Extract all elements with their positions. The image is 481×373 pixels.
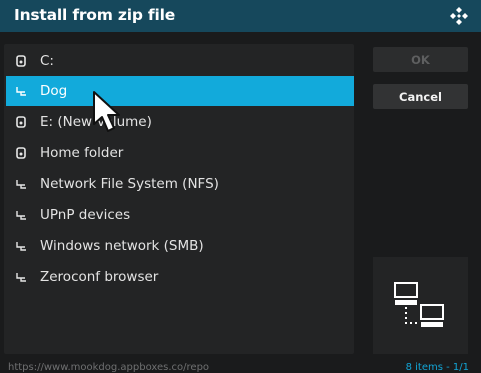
cancel-button[interactable]: Cancel [373,84,468,109]
network-computers-icon [393,281,444,327]
source-item-label: Dog [40,83,68,99]
drive-icon [14,54,28,68]
source-item-home-folder[interactable]: Home folder [6,138,354,168]
source-item-smb[interactable]: Windows network (SMB) [6,231,354,261]
network-share-icon [14,239,28,253]
network-share-icon [14,177,28,191]
drive-icon [14,146,28,160]
source-item-label: Zeroconf browser [40,269,159,285]
footer-item-count: 8 items - 1/1 [405,362,469,373]
mouse-cursor-icon [93,91,120,132]
source-item-c-drive[interactable]: C: [6,46,354,76]
network-share-icon [14,270,28,284]
source-item-label: Windows network (SMB) [40,238,204,254]
source-item-label: C: [40,53,54,69]
source-item-upnp[interactable]: UPnP devices [6,200,354,230]
source-item-zeroconf[interactable]: Zeroconf browser [6,262,354,292]
network-share-icon [14,208,28,222]
source-item-label: Home folder [40,145,124,161]
source-item-label: UPnP devices [40,207,131,223]
kodi-logo-icon [450,7,468,25]
dialog-title-bar: Install from zip file [0,0,481,32]
source-list[interactable]: C: Dog E: (New Volume) Home folder Netwo… [4,44,354,354]
source-item-label: Network File System (NFS) [40,176,219,192]
dialog-title: Install from zip file [14,6,176,24]
source-item-e-drive[interactable]: E: (New Volume) [6,107,354,137]
source-preview-panel [373,257,468,354]
source-item-dog[interactable]: Dog [6,76,354,106]
network-share-icon [14,84,28,98]
footer-path: https://www.mookdog.appboxes.co/repo [8,362,210,373]
source-item-nfs[interactable]: Network File System (NFS) [6,169,354,199]
drive-icon [14,115,28,129]
ok-button[interactable]: OK [373,47,468,72]
